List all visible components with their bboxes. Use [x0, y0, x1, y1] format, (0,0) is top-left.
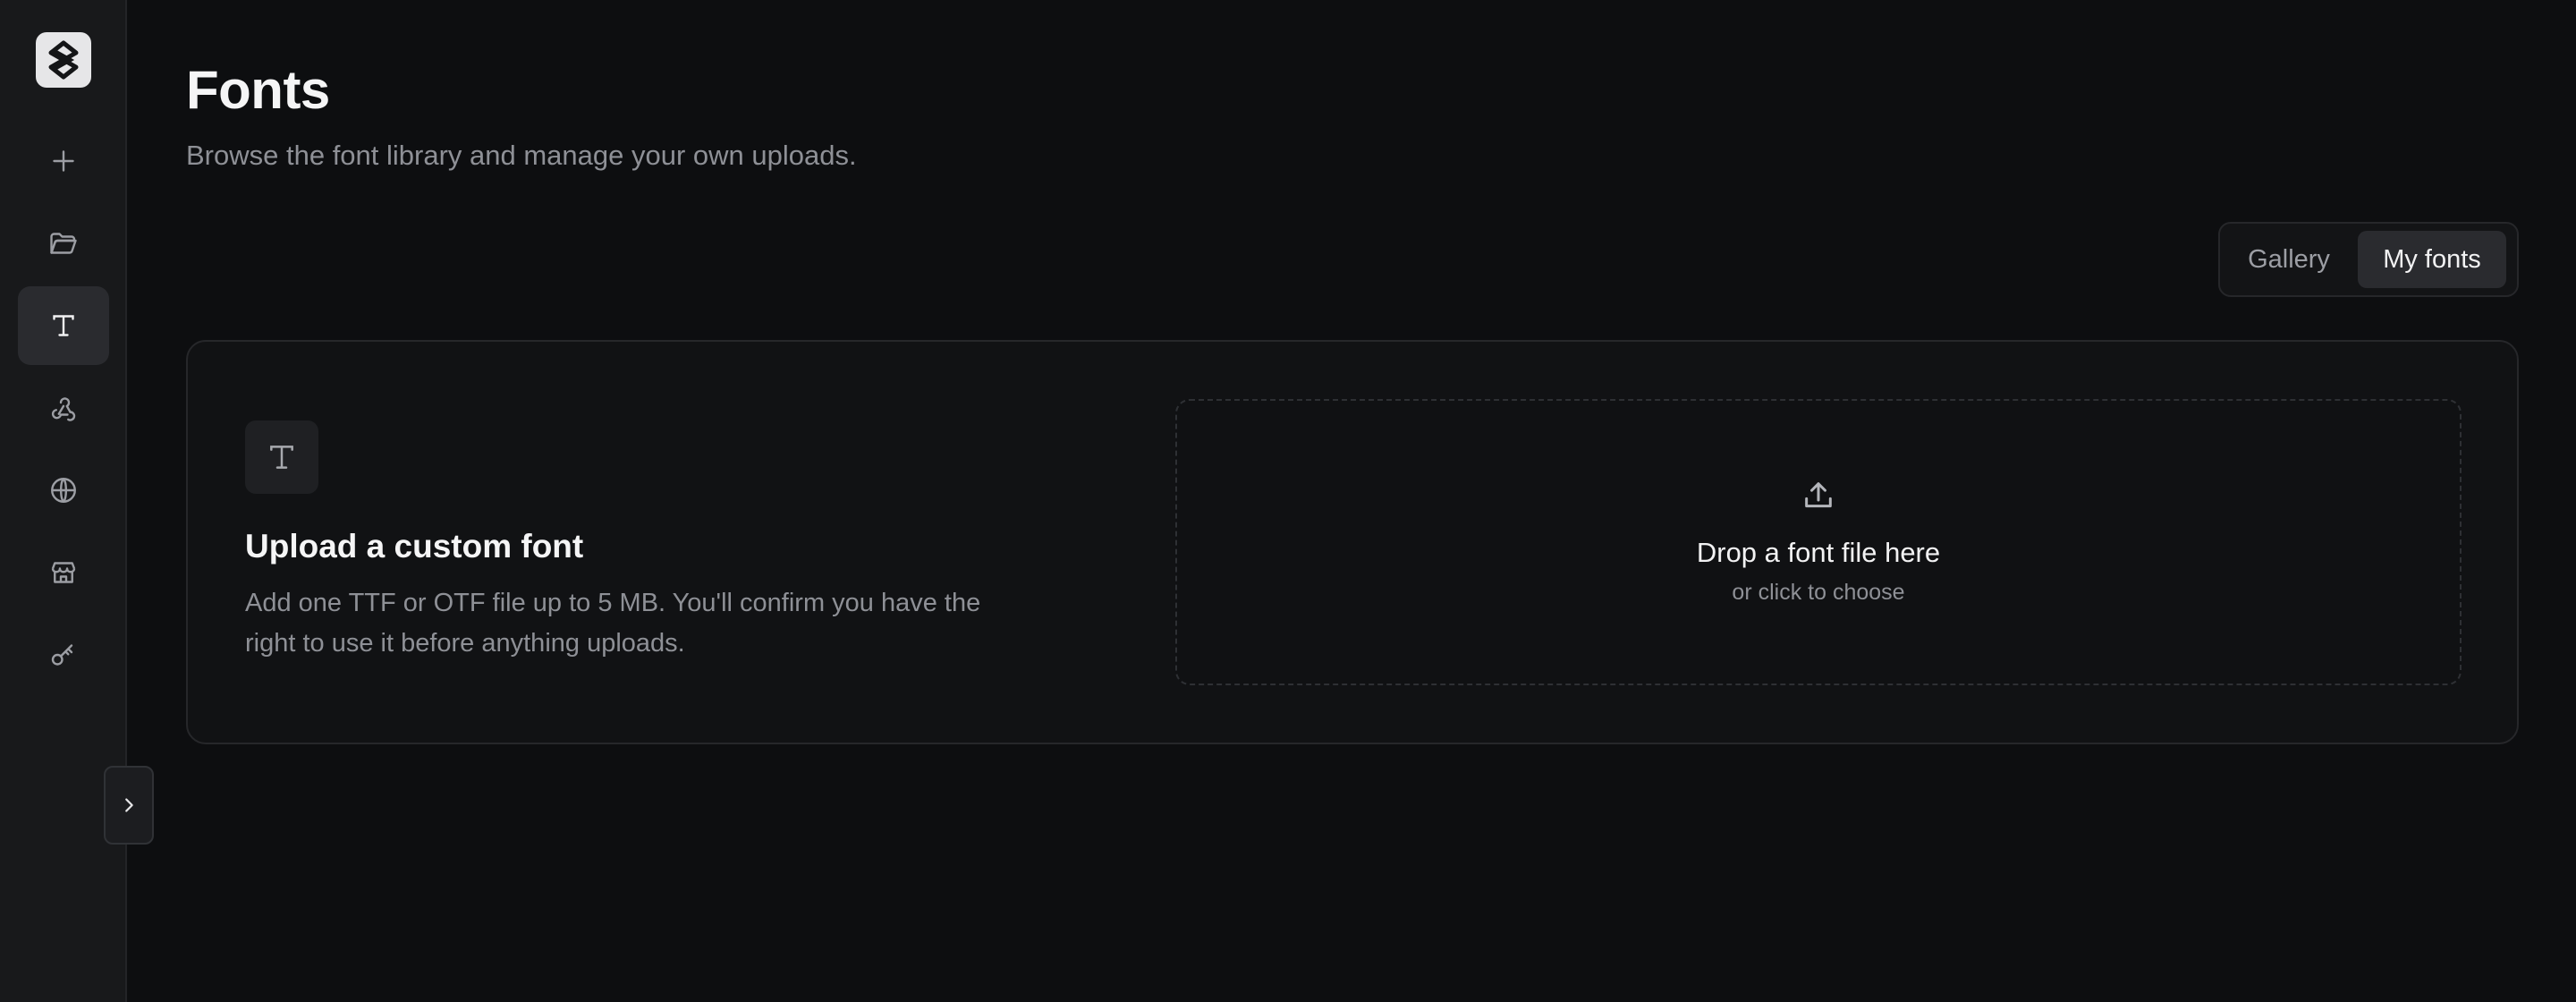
folder-open-icon	[50, 233, 77, 254]
dropzone-subtitle: or click to choose	[1732, 580, 1905, 605]
key-icon	[51, 644, 73, 666]
sidebar-item-fonts[interactable]	[18, 286, 109, 365]
sidebar-item-store[interactable]	[18, 533, 109, 612]
page-subtitle: Browse the font library and manage your …	[186, 140, 857, 171]
globe-icon	[51, 478, 76, 503]
font-dropzone[interactable]: Drop a font file here or click to choose	[1175, 399, 2462, 685]
dropzone-title: Drop a font file here	[1696, 537, 1941, 568]
page-title: Fonts	[186, 60, 330, 120]
chevron-right-icon	[125, 798, 133, 812]
sidebar-item-new[interactable]	[18, 122, 109, 200]
sidebar-item-domains[interactable]	[18, 451, 109, 530]
upload-icon	[1805, 482, 1832, 508]
sidebar-expand-button[interactable]	[104, 766, 154, 845]
sidebar-item-webhooks[interactable]	[18, 369, 109, 447]
type-icon	[53, 315, 74, 336]
store-icon	[51, 562, 76, 583]
sidebar	[0, 0, 154, 1002]
type-icon	[245, 420, 318, 494]
view-toggle: Gallery My fonts	[2218, 222, 2519, 297]
upload-card-description: Add one TTF or OTF file up to 5 MB. You'…	[245, 589, 981, 658]
upload-card: Upload a custom font Add one TTF or OTF …	[186, 340, 2519, 744]
tab-gallery[interactable]: Gallery	[2227, 231, 2351, 288]
sidebar-item-api-keys[interactable]	[18, 616, 109, 694]
sidebar-item-projects[interactable]	[18, 204, 109, 283]
upload-card-title: Upload a custom font	[245, 528, 584, 565]
webhook-icon	[51, 397, 76, 421]
plus-icon	[53, 150, 74, 172]
app-root: Fonts Browse the font library and manage…	[0, 0, 2576, 1002]
app-logo-icon[interactable]	[36, 32, 91, 88]
tab-my-fonts[interactable]: My fonts	[2358, 231, 2506, 288]
